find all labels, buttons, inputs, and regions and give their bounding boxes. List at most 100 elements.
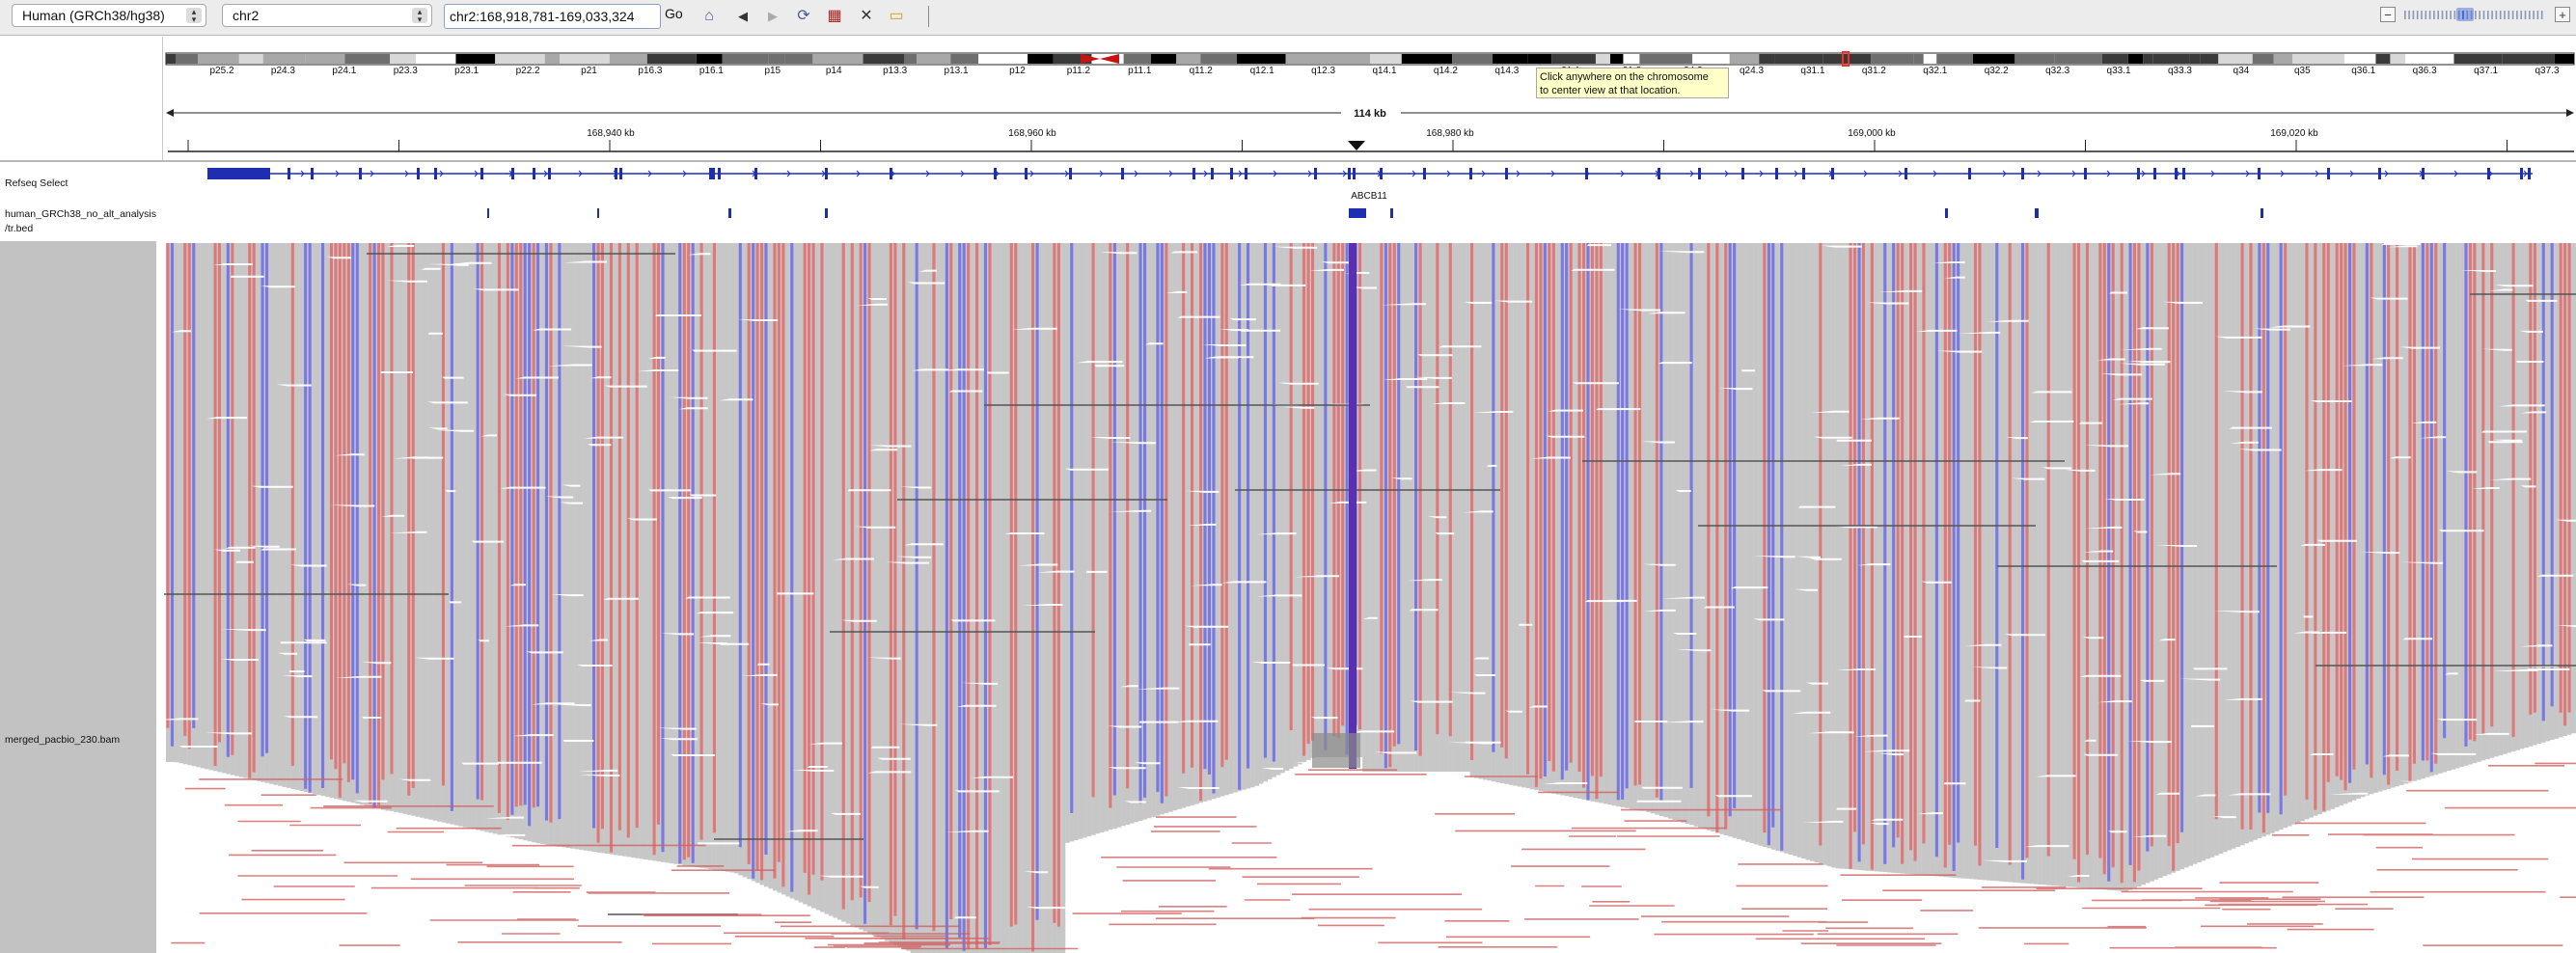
ideogram-band-block [1692, 54, 1730, 64]
ideogram-band-block [1972, 54, 2015, 64]
ideogram-band-label: p13.1 [945, 66, 969, 76]
ideogram-band-block [166, 54, 177, 64]
ideogram-band-block [262, 54, 306, 64]
ideogram-band-label: q31.1 [1800, 66, 1824, 76]
ideogram-band-block [978, 54, 1028, 64]
ideogram-band-block [1774, 54, 1823, 64]
ideogram-band-block [1551, 54, 1596, 64]
ideogram-band-label: q12.3 [1311, 66, 1335, 76]
ideogram-band-block [646, 54, 697, 64]
gene-exon [288, 168, 290, 179]
bed-feature [597, 208, 599, 218]
ideogram-band-label: q33.1 [2107, 66, 2131, 76]
ideogram-band-block [904, 54, 918, 64]
gene-exon [1775, 168, 1778, 179]
gene-exon [1469, 168, 1472, 179]
gene-exon [1831, 168, 1834, 179]
gene-exon [480, 168, 483, 179]
chromosome-ideogram[interactable]: p25.2 p24.3 p24.1 p23.3 p23.1 p22.2 p21 p16.3 p1… [165, 51, 2575, 76]
gene-exon [1585, 168, 1588, 179]
ideogram-band-block [812, 54, 863, 64]
ideogram-band-block [609, 54, 647, 64]
ideogram-band-block [560, 54, 610, 64]
ideogram-band-block [2304, 54, 2345, 64]
bed-feature [1390, 208, 1393, 218]
ideogram-band-label: p12 [1009, 66, 1026, 76]
ideogram-band-label: q36.3 [2413, 66, 2437, 76]
ideogram-band-block [1452, 54, 1493, 64]
ideogram-band-block [305, 54, 345, 64]
gene-exon [890, 168, 892, 179]
gene-exon [1423, 168, 1426, 179]
ideogram-band-block [2375, 54, 2391, 64]
ideogram-band-block [2218, 54, 2253, 64]
ideogram-band-block [2405, 54, 2454, 64]
ideogram-band-block [1123, 54, 1151, 64]
chromosome-tooltip: Click anywhere on the chromosome to cent… [1536, 68, 1729, 98]
gene-utr-block [207, 168, 270, 179]
ideogram-band-block [1822, 54, 1872, 64]
ruler-span-label: 114 kb [1354, 108, 1386, 120]
ideogram-band-block [1729, 54, 1760, 64]
gene-exon [434, 168, 437, 179]
gene-exon [1121, 168, 1124, 179]
ideogram-band-label: q33.3 [2168, 66, 2192, 76]
ruler-span-arrow-right [2566, 109, 2574, 117]
ideogram-band-label: q32.3 [2045, 66, 2069, 76]
gene-exon [1802, 168, 1805, 179]
gene-exon [754, 168, 757, 179]
genomic-ruler[interactable]: 114 kb 168,940 kb 168,960 kb 168,980 kb 169,… [166, 108, 2574, 152]
gene-exon [2487, 168, 2490, 179]
ideogram-band-block [455, 54, 496, 64]
ideogram-band-block [2344, 54, 2376, 64]
center-line-marker [1348, 141, 1365, 150]
ideogram-band-block [416, 54, 456, 64]
ideogram-band-label: q37.1 [2474, 66, 2498, 76]
ideogram-band-block [696, 54, 723, 64]
gene-exon [825, 168, 828, 179]
ideogram-band-block [1639, 54, 1693, 64]
gene-exon [548, 168, 551, 179]
ideogram-band-label: p23.1 [454, 66, 479, 76]
ideogram-band-block [2054, 54, 2102, 64]
ideogram-band-label: p16.3 [638, 66, 662, 76]
gene-exon [2520, 168, 2523, 179]
ideogram-band-block [2252, 54, 2274, 64]
gene-exon [1380, 168, 1383, 179]
bed-feature [487, 208, 489, 218]
bed-track[interactable] [487, 208, 2263, 218]
ideogram-band-block [1595, 54, 1610, 64]
ideogram-band-block [768, 54, 785, 64]
gene-exon [2182, 168, 2185, 179]
ideogram-band-block [198, 54, 239, 64]
ideogram-band-block [1871, 54, 1914, 64]
ideogram-band-block [1028, 54, 1054, 64]
coverage-spike-column [1349, 243, 1357, 769]
ruler-tick-label: 169,020 kb [2270, 128, 2318, 139]
gene-exon [2084, 168, 2087, 179]
gene-exon [2528, 168, 2531, 179]
gene-exon [511, 168, 514, 179]
gene-exon [619, 168, 622, 179]
bed-feature [1945, 208, 1948, 218]
gene-exon [311, 168, 314, 179]
ideogram-band-block [1150, 54, 1177, 64]
refseq-track[interactable]: ABCB11 [207, 168, 2533, 202]
ruler-tick-label: 168,960 kb [1008, 128, 1056, 139]
ideogram-band-label: q34 [2233, 66, 2250, 76]
ideogram-band-block [2292, 54, 2305, 64]
ideogram-band-block [238, 54, 263, 64]
ideogram-band-label: p14 [826, 66, 842, 76]
ideogram-band-block [1923, 54, 1937, 64]
ideogram-band-label: q11.2 [1190, 66, 1214, 76]
ideogram-band-block [1936, 54, 1973, 64]
ideogram-band-label: p21 [581, 66, 597, 76]
ideogram-band-label: p13.3 [883, 66, 907, 76]
gene-exon [1069, 168, 1072, 179]
ideogram-band-block [390, 54, 417, 64]
gene-exon [994, 168, 997, 179]
alignment-track[interactable] [157, 243, 2576, 953]
ideogram-band-label: p23.3 [394, 66, 418, 76]
bed-feature [1349, 208, 1366, 218]
ideogram-band-block [2273, 54, 2293, 64]
